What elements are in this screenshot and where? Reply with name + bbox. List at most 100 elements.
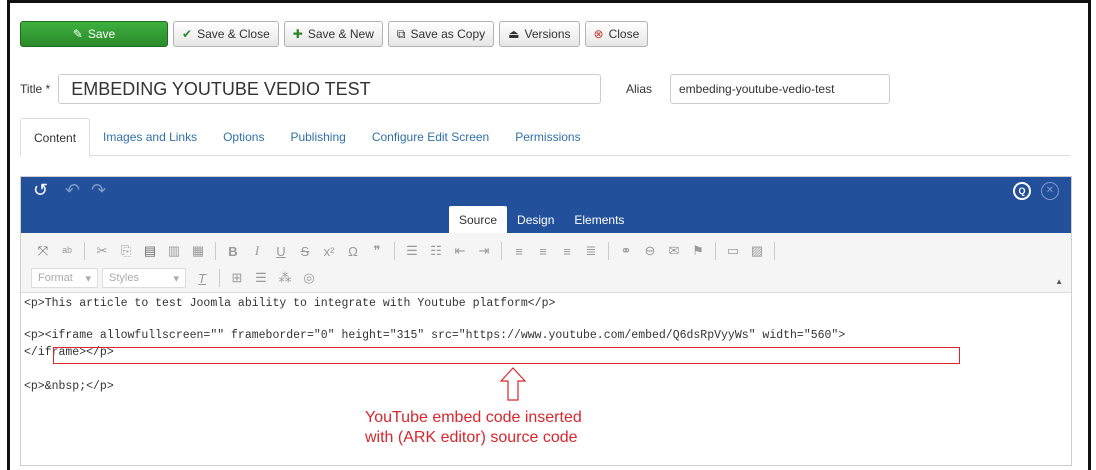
save-copy-label: Save as Copy xyxy=(410,27,486,41)
spellcheck-icon[interactable]: ᵃᵇ xyxy=(55,240,79,262)
anchor-flag-icon[interactable]: ⚑ xyxy=(686,240,710,262)
alias-label: Alias xyxy=(626,82,653,96)
divider xyxy=(394,242,395,260)
divider xyxy=(715,242,716,260)
versions-button[interactable]: ⏏ Versions xyxy=(499,21,580,47)
format-select[interactable]: Format ▾ xyxy=(31,268,98,288)
copy-icon: ⧉ xyxy=(396,27,406,41)
checkmark-icon: ✔ xyxy=(182,27,193,41)
image-icon[interactable]: ▨ xyxy=(745,240,769,262)
show-blocks-icon[interactable]: ⁂ xyxy=(273,267,297,289)
tab-options[interactable]: Options xyxy=(210,118,277,156)
align-right-icon[interactable]: ≡ xyxy=(555,240,579,262)
format-label: Format xyxy=(38,272,73,284)
close-icon[interactable]: ✕ xyxy=(1041,182,1059,200)
paste-word-icon[interactable]: ▦ xyxy=(186,240,210,262)
archive-icon: ⏏ xyxy=(508,27,520,41)
paste-icon[interactable]: ▤ xyxy=(138,240,162,262)
editor-toolbar: ⤧ ᵃᵇ ✂ ⎘ ▤ ▥ ▦ B I U S x² Ω ❞ ☰ ☷ ⇤ ⇥ ≡ … xyxy=(21,233,1071,293)
cut-icon[interactable]: ✂ xyxy=(90,240,114,262)
divider xyxy=(215,242,216,260)
annotation-text: YouTube embed code inserted with (ARK ed… xyxy=(365,408,582,448)
outdent-icon[interactable]: ⇤ xyxy=(448,240,472,262)
globe-icon[interactable]: ◎ xyxy=(297,267,321,289)
action-toolbar: ✎ Save ✔ Save & Close ✚ Save & New ⧉ Sav… xyxy=(20,20,649,48)
italic-icon[interactable]: I xyxy=(245,240,269,262)
tab-permissions[interactable]: Permissions xyxy=(502,118,593,156)
annotation-line-2: with (ARK editor) source code xyxy=(365,429,578,446)
plus-icon: ✚ xyxy=(292,27,303,41)
justify-icon[interactable]: ≣ xyxy=(579,240,603,262)
bullet-list-icon[interactable]: ☷ xyxy=(424,240,448,262)
special-char-icon[interactable]: Ω xyxy=(341,240,365,262)
chevron-down-icon: ▾ xyxy=(173,272,179,285)
edit-tabs: Content Images and Links Options Publish… xyxy=(20,118,1070,157)
toolbar-row-2: Format ▾ Styles ▾ T ⊞ ☰ ⁂ ◎ xyxy=(31,266,321,290)
indent-icon[interactable]: ⇥ xyxy=(472,240,496,262)
save-button[interactable]: ✎ Save xyxy=(20,21,168,47)
paste-text-icon[interactable]: ▥ xyxy=(162,240,186,262)
toolbar-row-1: ⤧ ᵃᵇ ✂ ⎘ ▤ ▥ ▦ B I U S x² Ω ❞ ☰ ☷ ⇤ ⇥ ≡ … xyxy=(31,239,780,263)
styles-select[interactable]: Styles ▾ xyxy=(102,268,186,288)
align-center-icon[interactable]: ≡ xyxy=(531,240,555,262)
save-close-label: Save & Close xyxy=(197,27,270,41)
divider xyxy=(608,242,609,260)
collapse-toolbar-icon[interactable]: ▲ xyxy=(1055,277,1063,286)
chevron-down-icon: ▾ xyxy=(85,272,91,285)
title-input[interactable]: EMBEDING YOUTUBE VEDIO TEST xyxy=(58,74,602,104)
close-label: Close xyxy=(608,27,640,41)
blockquote-icon[interactable]: ❞ xyxy=(365,240,389,262)
align-left-icon[interactable]: ≡ xyxy=(507,240,531,262)
underline-icon[interactable]: U xyxy=(269,240,293,262)
close-circle-icon: ⊗ xyxy=(593,27,604,41)
horizontal-rule-icon[interactable]: ☰ xyxy=(249,267,273,289)
tab-source[interactable]: Source xyxy=(449,206,508,233)
title-label: Title * xyxy=(20,82,51,96)
tab-images-and-links[interactable]: Images and Links xyxy=(90,118,210,156)
styles-label: Styles xyxy=(109,272,139,284)
save-label: Save xyxy=(87,27,116,41)
edit-icon: ✎ xyxy=(72,27,83,41)
divider xyxy=(501,242,502,260)
divider xyxy=(774,242,775,260)
tab-publishing[interactable]: Publishing xyxy=(277,118,358,156)
strikethrough-icon[interactable]: S xyxy=(293,240,317,262)
editor-header: ↺ ↶ ↷ Q ✕ Source Design Elements xyxy=(21,177,1071,233)
iframe-highlight-box xyxy=(53,347,960,364)
copy-icon[interactable]: ⎘ xyxy=(114,240,138,262)
search-icon[interactable]: Q xyxy=(1013,182,1031,200)
versions-label: Versions xyxy=(524,27,571,41)
tab-elements[interactable]: Elements xyxy=(564,206,634,233)
history-icon[interactable]: ↺ xyxy=(33,180,48,201)
annotation-line-1: YouTube embed code inserted xyxy=(365,409,582,426)
tab-content[interactable]: Content xyxy=(20,118,91,157)
source-line-4: <p>&nbsp;</p> xyxy=(24,380,114,393)
maximize-icon[interactable]: ⤧ xyxy=(31,240,55,262)
numbered-list-icon[interactable]: ☰ xyxy=(400,240,424,262)
divider xyxy=(84,242,85,260)
title-row: Title * EMBEDING YOUTUBE VEDIO TEST xyxy=(20,74,602,104)
alias-input[interactable]: embeding-youtube-vedio-test xyxy=(670,74,890,104)
tab-design[interactable]: Design xyxy=(507,206,564,233)
document-icon[interactable]: ▭ xyxy=(721,240,745,262)
source-line-1: <p>This article to test Joomla ability t… xyxy=(24,297,556,310)
superscript-icon[interactable]: x² xyxy=(317,240,341,262)
bold-icon[interactable]: B xyxy=(221,240,245,262)
save-copy-button[interactable]: ⧉ Save as Copy xyxy=(387,21,495,47)
save-new-button[interactable]: ✚ Save & New xyxy=(283,21,383,47)
save-new-label: Save & New xyxy=(307,27,374,41)
close-button[interactable]: ⊗ Close xyxy=(584,21,649,47)
tab-configure-edit-screen[interactable]: Configure Edit Screen xyxy=(359,118,502,156)
divider xyxy=(219,269,220,287)
remove-format-icon[interactable]: T xyxy=(190,267,214,289)
save-close-button[interactable]: ✔ Save & Close xyxy=(173,21,279,47)
link-icon[interactable]: ⚭ xyxy=(614,240,638,262)
email-link-icon[interactable]: ✉ xyxy=(662,240,686,262)
table-icon[interactable]: ⊞ xyxy=(225,267,249,289)
up-arrow-icon xyxy=(500,367,526,401)
undo-icon[interactable]: ↶ xyxy=(65,180,80,201)
source-line-2: <p><iframe allowfullscreen="" frameborde… xyxy=(24,329,846,342)
unlink-icon[interactable]: ⊖ xyxy=(638,240,662,262)
editor-mode-tabs: Source Design Elements xyxy=(449,206,634,233)
redo-icon[interactable]: ↷ xyxy=(91,180,106,201)
